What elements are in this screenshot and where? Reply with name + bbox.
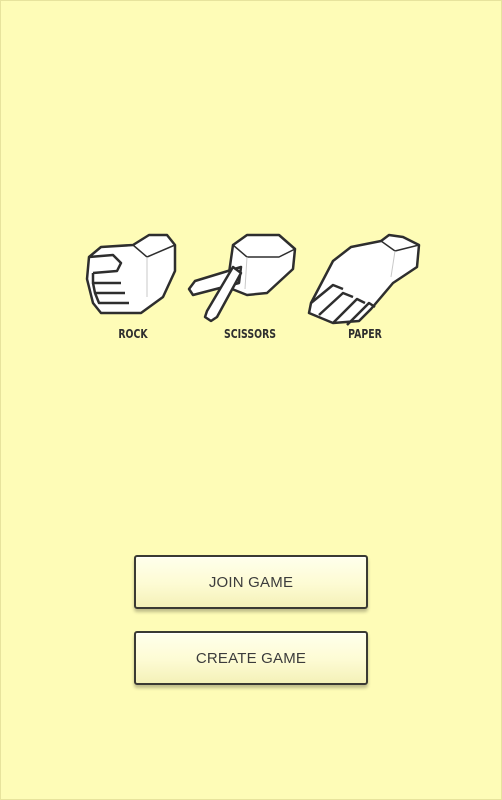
create-game-button[interactable]: CREATE GAME (134, 631, 368, 685)
rock-label: ROCK (118, 327, 148, 341)
join-game-button[interactable]: JOIN GAME (134, 555, 368, 609)
rock-hand-icon (85, 233, 177, 315)
scissors-label: SCISSORS (223, 327, 277, 341)
scissors-hand-icon (187, 233, 297, 323)
paper-label: PAPER (348, 327, 382, 341)
create-game-label: CREATE GAME (195, 649, 307, 667)
rock-paper-scissors-logo: ROCK SCISSORS PAPER (71, 227, 433, 351)
join-game-label: JOIN GAME (208, 573, 294, 591)
paper-hand-icon (307, 233, 421, 326)
main-menu-screen: ROCK SCISSORS PAPER JOIN GAME CREATE GAM… (0, 0, 502, 800)
